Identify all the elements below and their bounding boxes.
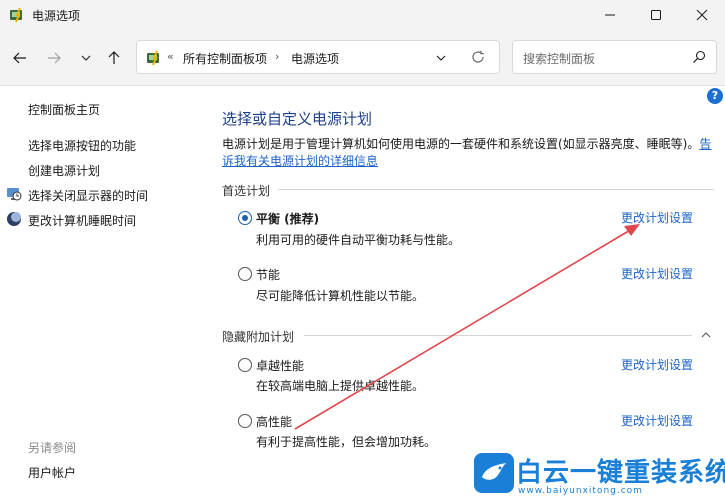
sidebar-item-control-panel-home[interactable]: 控制面板主页	[28, 101, 100, 118]
plan-ultimate-change-settings[interactable]: 更改计划设置	[621, 356, 693, 373]
breadcrumb-separator[interactable]: ›	[275, 50, 279, 63]
plan-high-performance-radio[interactable]	[238, 414, 252, 428]
page-description: 电源计划是用于管理计算机如何使用电源的一套硬件和系统设置(如显示器亮度、睡眠等)…	[222, 136, 714, 170]
chevron-up-icon[interactable]	[700, 329, 712, 341]
maximize-button[interactable]	[633, 0, 679, 30]
power-options-icon	[10, 7, 22, 23]
breadcrumb-all-control-panel[interactable]: 所有控制面板项	[183, 50, 267, 67]
sidebar: 控制面板主页 选择电源按钮的功能 创建电源计划 选择关闭显示器的时间 更改计算机…	[0, 86, 205, 500]
forward-button[interactable]	[42, 44, 66, 72]
plan-balanced-change-settings[interactable]: 更改计划设置	[621, 209, 693, 226]
minimize-icon	[605, 14, 615, 16]
plan-power-saver-change-settings[interactable]: 更改计划设置	[621, 265, 693, 282]
watermark-url: www.baiyunxitong.com	[518, 486, 643, 496]
close-icon	[696, 9, 708, 21]
chevron-down-icon	[81, 55, 91, 61]
up-button[interactable]	[102, 44, 126, 72]
plan-ultimate-description: 在较高端电脑上提供卓越性能。	[256, 379, 425, 393]
arrow-up-icon	[108, 51, 120, 64]
see-also-heading: 另请参阅	[28, 441, 77, 455]
plan-high-performance-description: 有利于提高性能，但会增加功耗。	[256, 435, 437, 449]
control-panel-icon	[147, 50, 159, 66]
page-title: 选择或自定义电源计划	[222, 110, 373, 128]
close-button[interactable]	[679, 0, 725, 30]
hidden-plans-heading[interactable]: 隐藏附加计划	[222, 328, 294, 345]
chevron-down-icon[interactable]	[435, 52, 447, 64]
divider	[278, 189, 714, 190]
arrow-left-icon	[13, 52, 26, 64]
title-bar: 电源选项	[0, 0, 725, 30]
address-bar[interactable]: « 所有控制面板项 › 电源选项	[136, 40, 500, 74]
minimize-button[interactable]	[587, 0, 633, 30]
search-input[interactable]: 搜索控制面板	[512, 40, 717, 74]
sidebar-item-sleep-time[interactable]: 更改计算机睡眠时间	[28, 212, 136, 229]
plan-high-performance-change-settings[interactable]: 更改计划设置	[621, 412, 693, 429]
plan-ultimate-radio[interactable]	[238, 358, 252, 372]
plan-balanced-radio[interactable]	[238, 211, 252, 225]
sidebar-item-display-off-time[interactable]: 选择关闭显示器的时间	[28, 187, 148, 204]
sidebar-item-create-plan[interactable]: 创建电源计划	[28, 162, 100, 179]
plan-power-saver-radio[interactable]	[238, 267, 252, 281]
moon-icon	[7, 212, 21, 226]
arrow-right-icon	[48, 52, 61, 64]
plan-power-saver-name[interactable]: 节能	[256, 266, 280, 283]
plan-balanced-description: 利用可用的硬件自动平衡功耗与性能。	[256, 233, 461, 247]
plan-high-performance-name[interactable]: 高性能	[256, 413, 292, 430]
preferred-plans-heading: 首选计划	[222, 184, 271, 198]
plan-balanced-name[interactable]: 平衡 (推荐)	[256, 210, 319, 227]
maximize-icon	[651, 10, 661, 20]
help-button[interactable]: ?	[707, 88, 723, 104]
refresh-icon[interactable]	[471, 50, 485, 64]
plan-power-saver-description: 尽可能降低计算机性能以节能。	[256, 289, 425, 303]
plan-ultimate-name[interactable]: 卓越性能	[256, 357, 304, 374]
search-icon	[693, 50, 706, 63]
watermark-logo: 白云一键重装系统 www.baiyunxitong.com	[470, 451, 725, 500]
back-button[interactable]	[8, 44, 32, 72]
window-title: 电源选项	[32, 9, 81, 23]
description-text: 电源计划是用于管理计算机如何使用电源的一套硬件和系统设置(如显示器亮度、睡眠等)…	[222, 137, 700, 151]
bird-logo-icon	[474, 453, 514, 493]
search-placeholder: 搜索控制面板	[523, 52, 596, 66]
monitor-clock-icon	[7, 188, 22, 201]
see-also-user-accounts[interactable]: 用户帐户	[28, 464, 76, 481]
watermark-title: 白云一键重装系统	[516, 458, 725, 488]
navigation-bar: « 所有控制面板项 › 电源选项 搜索控制面板	[0, 30, 725, 86]
breadcrumb-power-options[interactable]: 电源选项	[291, 50, 339, 67]
recent-locations-button[interactable]	[74, 44, 98, 72]
sidebar-item-power-button[interactable]: 选择电源按钮的功能	[28, 137, 136, 154]
breadcrumb-overflow[interactable]: «	[167, 50, 174, 63]
divider	[304, 335, 692, 336]
